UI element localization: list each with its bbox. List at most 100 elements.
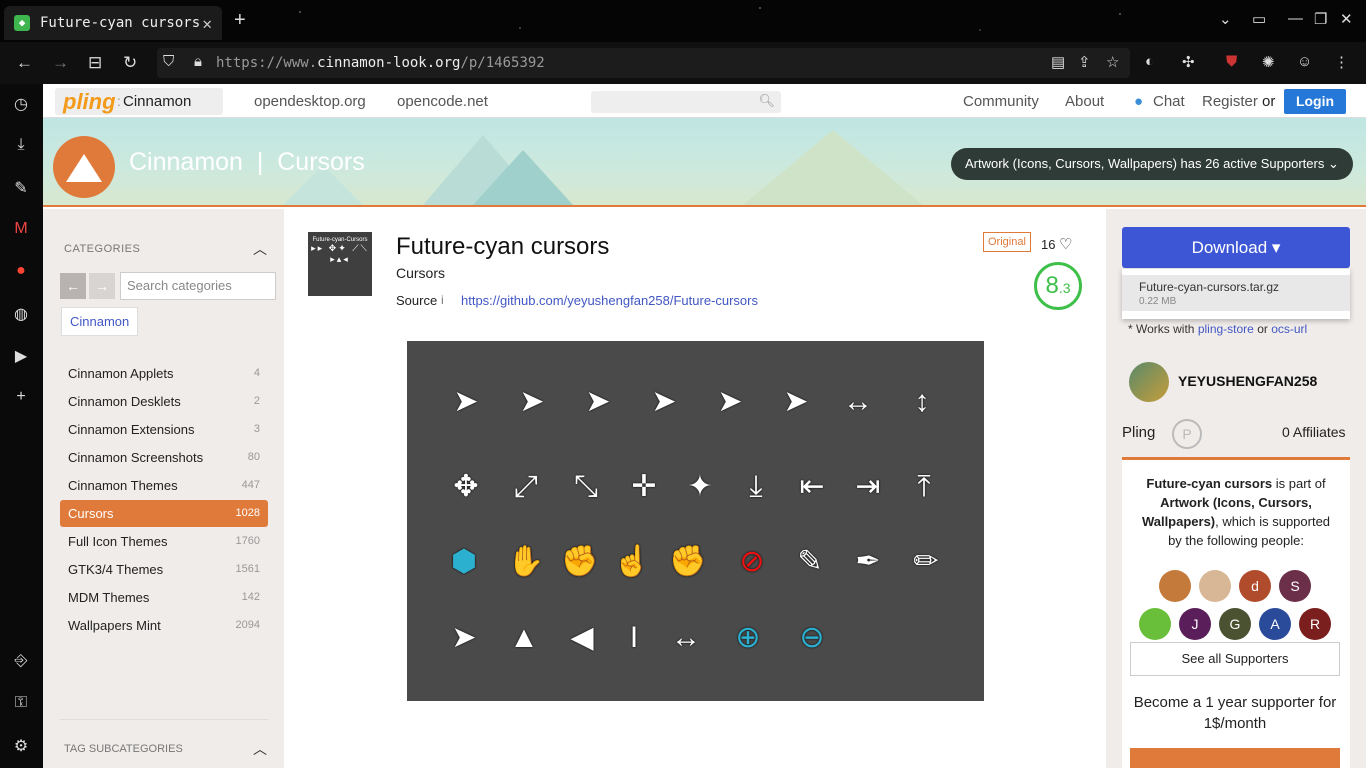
close-window-icon[interactable]: ✕ xyxy=(1340,10,1353,28)
collapse-caret-icon[interactable]: ︿ xyxy=(253,739,267,759)
history-icon[interactable]: ◷ xyxy=(11,94,31,114)
maximize-icon[interactable]: ❐ xyxy=(1314,10,1327,28)
tag-subcategories-heading: TAG SUBCATEGORIES xyxy=(64,743,183,755)
site-section-dropdown[interactable]: Cinnamon xyxy=(123,93,191,110)
affiliates-count: 0 Affiliates xyxy=(1282,424,1346,440)
cursor-pencil-icon: ✏ xyxy=(913,545,939,578)
sidebar-toggle-icon[interactable]: ⊟ xyxy=(88,53,102,73)
category-item[interactable]: Wallpapers Mint 2094 xyxy=(60,612,268,639)
category-item[interactable]: GTK3/4 Themes 1561 xyxy=(60,556,268,583)
download-button[interactable]: Download ▾ xyxy=(1122,227,1350,268)
menu-icon[interactable]: ⋮ xyxy=(1334,53,1349,71)
forward-icon[interactable]: → xyxy=(52,53,69,73)
new-tab-icon[interactable]: + xyxy=(234,9,246,32)
register-link[interactable]: Register xyxy=(1202,93,1258,110)
community-menu[interactable]: Community xyxy=(963,93,1039,110)
original-badge: Original xyxy=(983,232,1031,252)
download-dropdown: Future-cyan-cursors.tar.gz 0.22 MB xyxy=(1122,269,1350,319)
puzzle-icon[interactable]: ✣ xyxy=(1182,53,1195,71)
app-icon[interactable]: ◍ xyxy=(11,304,31,324)
category-item-active[interactable]: Cursors 1028 xyxy=(60,500,268,527)
heart-icon[interactable]: ♡ xyxy=(1059,236,1072,253)
about-menu[interactable]: About xyxy=(1065,93,1104,110)
category-search-input[interactable]: Search categories xyxy=(120,272,276,300)
ocs-url-link[interactable]: ocs-url xyxy=(1271,322,1307,336)
pling-coin-icon[interactable]: P xyxy=(1172,419,1202,449)
cursor-resize-nw-icon: ⤡ xyxy=(574,470,598,503)
author-avatar[interactable] xyxy=(1129,362,1169,402)
ublock-icon[interactable]: ⛊ xyxy=(1226,53,1237,70)
supporter-avatar[interactable] xyxy=(1139,608,1171,640)
banner-mountain xyxy=(473,150,573,205)
supporter-avatar[interactable]: S xyxy=(1279,570,1311,602)
key-icon[interactable]: ⚿ xyxy=(11,694,31,714)
tab-list-chevron-icon[interactable]: ⌄ xyxy=(1219,10,1232,28)
source-info-icon[interactable]: i xyxy=(441,293,444,307)
browser-sidebar: ◷ ⤓ ✎ M ● ◍ ▶ + ⎆ ⚿ ⚙ xyxy=(0,84,43,768)
lock-icon[interactable]: 🔒︎ xyxy=(194,53,202,70)
reader-view-icon[interactable]: ▤ xyxy=(1051,53,1065,71)
share-icon[interactable]: ⇪ xyxy=(1078,53,1091,71)
account-avatar-icon[interactable]: ☺ xyxy=(1297,53,1312,70)
supporter-avatar[interactable]: R xyxy=(1299,608,1331,640)
pling-store-link[interactable]: pling-store xyxy=(1198,322,1254,336)
supporter-avatar[interactable]: d xyxy=(1239,570,1271,602)
extension-icon[interactable]: ◐ xyxy=(1145,53,1154,70)
profile-extension-icon[interactable]: ✺ xyxy=(1262,53,1275,71)
current-category-chip[interactable]: Cinnamon xyxy=(61,307,139,336)
minimize-icon[interactable]: — xyxy=(1288,10,1303,27)
site-search-input[interactable]: 🔍︎ xyxy=(591,91,781,113)
bookmark-star-icon[interactable]: ☆ xyxy=(1106,53,1119,71)
source-link[interactable]: https://github.com/yeyushengfan258/Futur… xyxy=(461,293,758,308)
see-all-supporters-button[interactable]: See all Supporters xyxy=(1130,642,1340,676)
supporters-pill[interactable]: Artwork (Icons, Cursors, Wallpapers) has… xyxy=(951,148,1353,180)
supporter-avatar[interactable] xyxy=(1159,570,1191,602)
cursor-top-side-icon: ⤒ xyxy=(917,470,931,503)
product-thumbnail[interactable]: Future-cyan-Cursors ▸▸ ✥✦ ⟋⟍ ▸▴◂ xyxy=(308,232,372,296)
category-back-button[interactable]: ← xyxy=(60,273,86,299)
site-favicon-icon: ◆ xyxy=(14,15,30,31)
container-icon[interactable]: ▭ xyxy=(1252,10,1266,28)
active-tab[interactable]: ◆ Future-cyan cursors ✕ xyxy=(4,6,222,40)
supporter-avatar[interactable]: A xyxy=(1259,608,1291,640)
category-item[interactable]: Cinnamon Themes 447 xyxy=(60,472,268,499)
category-item[interactable]: Cinnamon Desklets 2 xyxy=(60,388,268,415)
category-item[interactable]: Cinnamon Applets 4 xyxy=(60,360,268,387)
product-preview-image[interactable]: ➤ ➤ ➤ ➤ ➤ ➤ ↔ ↕ ✥ ⤢ ⤡ ✛ ✦ ⤓ ⇤ ⇥ ⤒ ⬢ ✋ ✊ … xyxy=(407,341,984,701)
gmail-icon[interactable]: M xyxy=(11,220,31,240)
download-file-item[interactable]: Future-cyan-cursors.tar.gz 0.22 MB xyxy=(1122,275,1350,311)
reload-icon[interactable]: ↻ xyxy=(123,53,137,73)
site-logo[interactable]: pling : Cinnamon xyxy=(55,88,223,115)
extensions-sidebar-icon[interactable]: ⎆ xyxy=(11,652,31,672)
back-icon[interactable]: ← xyxy=(16,53,33,73)
add-panel-icon[interactable]: + xyxy=(11,388,31,408)
category-item[interactable]: MDM Themes 142 xyxy=(60,584,268,611)
author-name[interactable]: YEYUSHENGFAN258 xyxy=(1178,373,1317,389)
product-category[interactable]: Cursors xyxy=(396,265,445,281)
category-item[interactable]: Full Icon Themes 1760 xyxy=(60,528,268,555)
category-forward-button[interactable]: → xyxy=(89,273,115,299)
category-item[interactable]: Cinnamon Extensions 3 xyxy=(60,416,268,443)
become-supporter-button[interactable] xyxy=(1130,748,1340,768)
supporter-avatar[interactable]: G xyxy=(1219,608,1251,640)
close-tab-icon[interactable]: ✕ xyxy=(202,14,212,33)
url-text[interactable]: https://www.cinnamon-look.org/p/1465392 xyxy=(216,55,545,71)
supporter-avatar[interactable] xyxy=(1199,570,1231,602)
login-button[interactable]: Login xyxy=(1284,89,1346,114)
likes-count[interactable]: 16 ♡ xyxy=(1041,235,1073,253)
shield-icon[interactable]: ⛉ xyxy=(163,53,174,70)
chat-link[interactable]: Chat xyxy=(1153,93,1185,110)
divider xyxy=(60,719,268,720)
nav-link-opencode[interactable]: opencode.net xyxy=(397,93,488,110)
nav-link-opendesktop[interactable]: opendesktop.org xyxy=(254,93,366,110)
play-icon[interactable]: ▶ xyxy=(11,346,31,366)
reddit-icon[interactable]: ● xyxy=(11,262,31,282)
supporter-avatar[interactable]: J xyxy=(1179,608,1211,640)
pen-icon[interactable]: ✎ xyxy=(11,178,31,198)
cursor-color-picker-icon: ✎ xyxy=(797,545,823,578)
collapse-caret-icon[interactable]: ︿ xyxy=(253,239,267,259)
settings-gear-icon[interactable]: ⚙ xyxy=(11,736,31,756)
category-item[interactable]: Cinnamon Screenshots 80 xyxy=(60,444,268,471)
become-supporter-text: Become a 1 year supporter for 1$/month xyxy=(1133,694,1337,732)
downloads-icon[interactable]: ⤓ xyxy=(11,136,31,156)
